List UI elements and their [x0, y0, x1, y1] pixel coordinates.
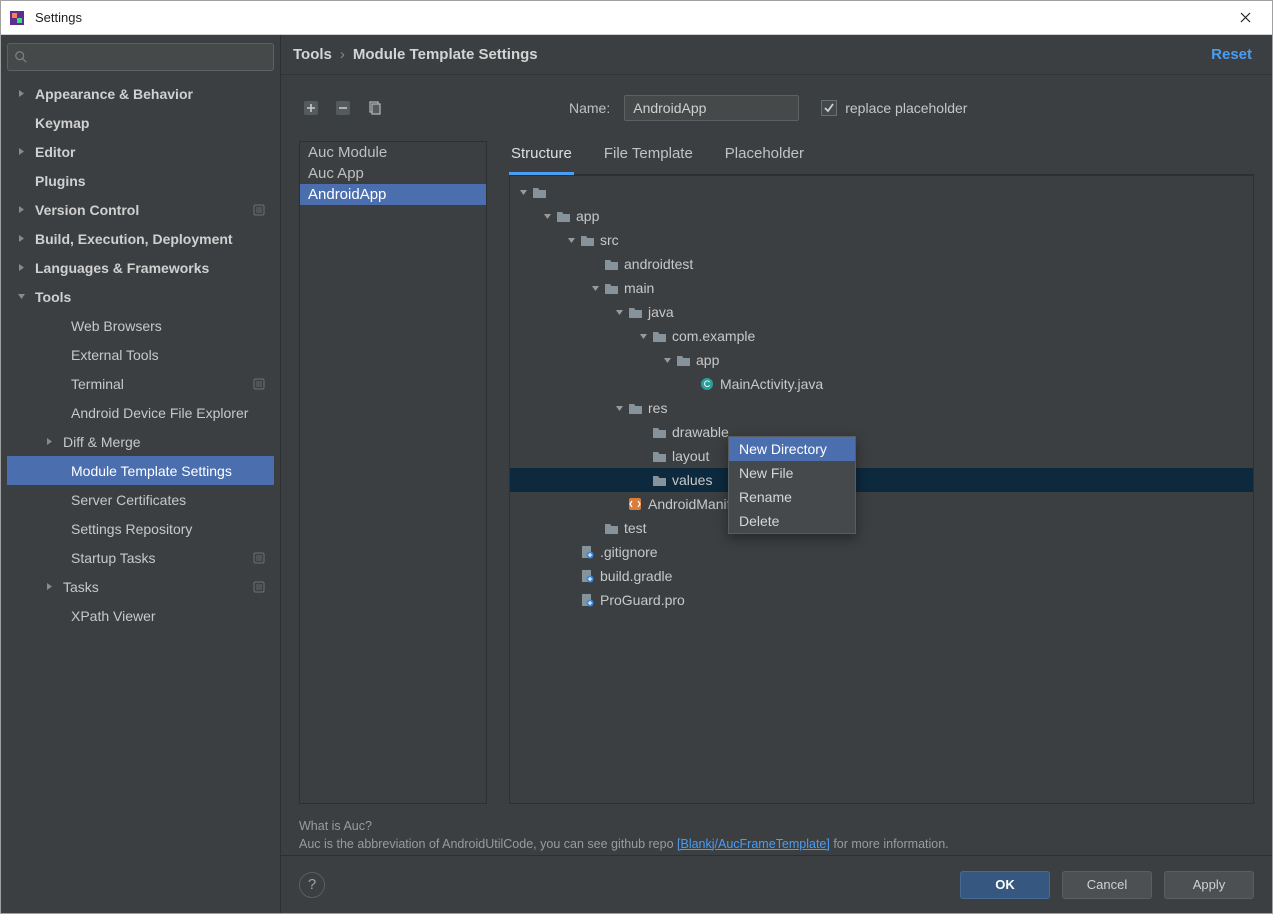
footer-title: What is Auc? [299, 818, 1254, 836]
context-menu-item[interactable]: New File [729, 461, 855, 485]
settings-item[interactable]: Settings Repository [7, 514, 274, 543]
tree-leaf[interactable]: AndroidManifest.xml [510, 492, 1253, 516]
tree-folder[interactable]: src [510, 228, 1253, 252]
tree-folder[interactable] [510, 180, 1253, 204]
settings-item[interactable]: Module Template Settings [7, 456, 274, 485]
minus-icon [335, 100, 351, 116]
replace-placeholder-checkbox[interactable]: replace placeholder [821, 100, 967, 116]
settings-item[interactable]: Terminal [7, 369, 274, 398]
tree-folder[interactable]: res [510, 396, 1253, 420]
tree-leaf[interactable]: androidtest [510, 252, 1253, 276]
settings-category[interactable]: Tools [7, 282, 274, 311]
module-item[interactable]: Auc App [300, 163, 486, 184]
module-list[interactable]: Auc ModuleAuc AppAndroidApp [299, 141, 487, 804]
plus-icon [303, 100, 319, 116]
help-button[interactable]: ? [299, 872, 325, 898]
content-area: Appearance & BehaviorKeymapEditorPlugins… [1, 35, 1272, 913]
settings-item[interactable]: XPath Viewer [7, 601, 274, 630]
module-item[interactable]: Auc Module [300, 142, 486, 163]
settings-category[interactable]: Languages & Frameworks [7, 253, 274, 282]
footer-desc: Auc is the abbreviation of AndroidUtilCo… [299, 836, 1254, 854]
apply-button[interactable]: Apply [1164, 871, 1254, 899]
tree-folder[interactable]: java [510, 300, 1253, 324]
tab[interactable]: Placeholder [723, 141, 806, 174]
settings-window: Settings Appearance & BehaviorKeymapEdit… [0, 0, 1273, 914]
ok-button[interactable]: OK [960, 871, 1050, 899]
settings-search-input[interactable] [7, 43, 274, 71]
context-menu-item[interactable]: Delete [729, 509, 855, 533]
chevron-right-icon: › [340, 46, 345, 63]
tree-folder[interactable]: app [510, 204, 1253, 228]
add-button[interactable] [299, 96, 323, 120]
app-icon [9, 10, 25, 26]
settings-sidebar: Appearance & BehaviorKeymapEditorPlugins… [1, 35, 281, 913]
tab[interactable]: File Template [602, 141, 695, 174]
settings-item[interactable]: Web Browsers [7, 311, 274, 340]
dialog-button-bar: ? OK Cancel Apply [281, 855, 1272, 913]
tree-leaf[interactable]: layout [510, 444, 1253, 468]
settings-category[interactable]: Plugins [7, 166, 274, 195]
copy-icon [367, 100, 383, 116]
settings-item[interactable]: Diff & Merge [7, 427, 274, 456]
context-menu-item[interactable]: New Directory [729, 437, 855, 461]
tree-leaf[interactable]: drawable [510, 420, 1253, 444]
settings-category[interactable]: Appearance & Behavior [7, 79, 274, 108]
settings-category[interactable]: Version Control [7, 195, 274, 224]
settings-tree[interactable]: Appearance & BehaviorKeymapEditorPlugins… [7, 79, 274, 905]
footer-link[interactable]: [Blankj/AucFrameTemplate] [677, 837, 830, 851]
settings-header: Tools › Module Template Settings Reset [281, 35, 1272, 75]
window-close-button[interactable] [1222, 2, 1268, 34]
remove-button[interactable] [331, 96, 355, 120]
settings-category[interactable]: Keymap [7, 108, 274, 137]
top-controls: Name: replace placeholder [299, 95, 1254, 121]
structure-tree[interactable]: appsrcandroidtestmainjavacom.exampleappC… [509, 175, 1254, 804]
settings-category[interactable]: Build, Execution, Deployment [7, 224, 274, 253]
tree-folder[interactable]: main [510, 276, 1253, 300]
tree-folder[interactable]: com.example [510, 324, 1253, 348]
tab-bar: Structure File Template Placeholder [509, 141, 1254, 175]
name-input[interactable] [624, 95, 799, 121]
tree-leaf[interactable]: CMainActivity.java [510, 372, 1253, 396]
tree-leaf[interactable]: values [510, 468, 1253, 492]
breadcrumb-leaf: Module Template Settings [353, 46, 538, 63]
tree-leaf[interactable]: build.gradle [510, 564, 1253, 588]
name-label: Name: [569, 100, 610, 116]
tree-folder[interactable]: app [510, 348, 1253, 372]
module-toolbar [299, 96, 387, 120]
settings-item[interactable]: Startup Tasks [7, 543, 274, 572]
breadcrumb: Tools › Module Template Settings [293, 46, 538, 63]
copy-button[interactable] [363, 96, 387, 120]
search-icon [14, 50, 28, 64]
reset-link[interactable]: Reset [1211, 46, 1252, 63]
svg-text:C: C [704, 379, 711, 389]
window-title: Settings [35, 10, 1222, 25]
tab[interactable]: Structure [509, 141, 574, 175]
replace-placeholder-label: replace placeholder [845, 100, 967, 116]
settings-item[interactable]: Server Certificates [7, 485, 274, 514]
settings-item[interactable]: Tasks [7, 572, 274, 601]
checkbox-icon [821, 100, 837, 116]
context-menu[interactable]: New DirectoryNew FileRenameDelete [728, 436, 856, 534]
context-menu-item[interactable]: Rename [729, 485, 855, 509]
breadcrumb-root[interactable]: Tools [293, 46, 332, 63]
module-item[interactable]: AndroidApp [300, 184, 486, 205]
settings-category[interactable]: Editor [7, 137, 274, 166]
footer-note: What is Auc? Auc is the abbreviation of … [281, 810, 1272, 855]
title-bar: Settings [1, 1, 1272, 35]
detail-column: StructureFile TemplatePlaceholder appsrc… [509, 141, 1254, 804]
tree-leaf[interactable]: test [510, 516, 1253, 540]
tree-leaf[interactable]: .gitignore [510, 540, 1253, 564]
settings-item[interactable]: Android Device File Explorer [7, 398, 274, 427]
tree-leaf[interactable]: ProGuard.pro [510, 588, 1253, 612]
cancel-button[interactable]: Cancel [1062, 871, 1152, 899]
settings-item[interactable]: External Tools [7, 340, 274, 369]
